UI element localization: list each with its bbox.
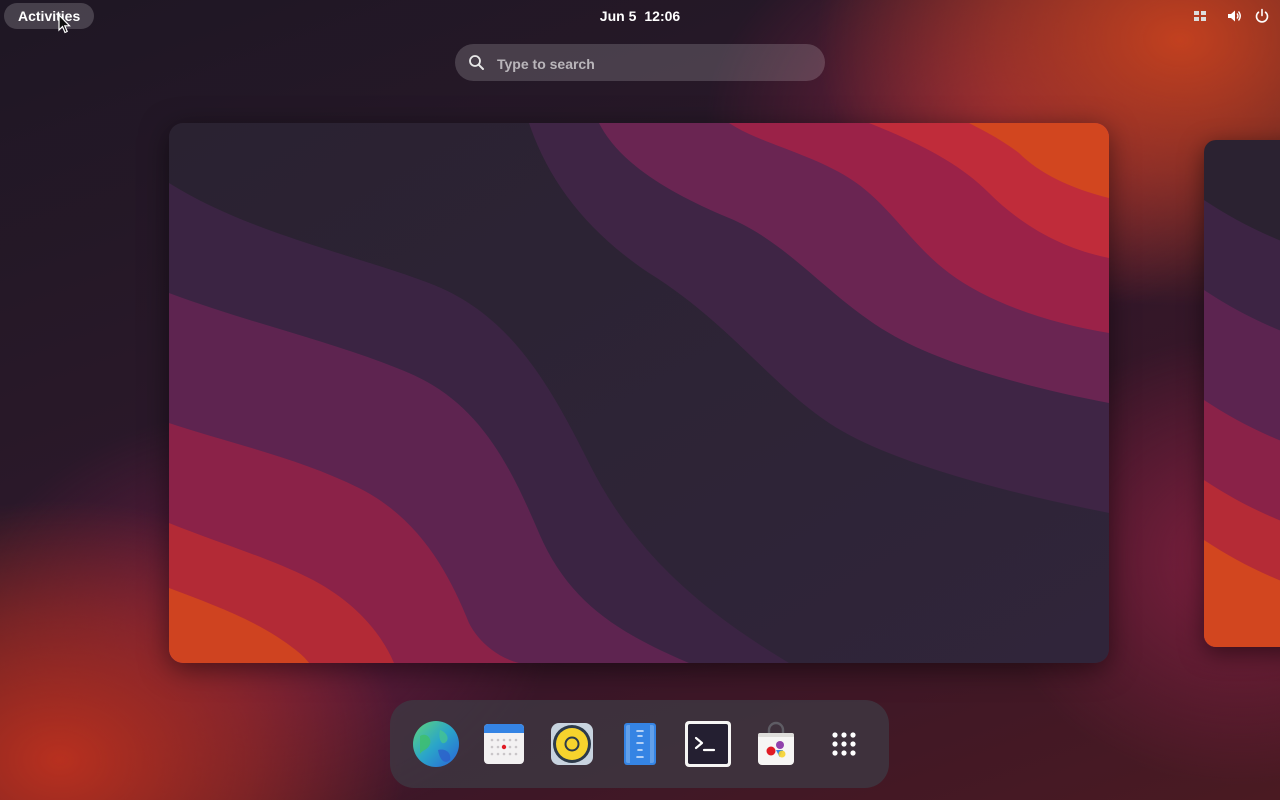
search-bar[interactable] xyxy=(455,44,825,83)
dash-item-app-grid[interactable] xyxy=(820,720,868,768)
shopping-bag-icon xyxy=(758,721,794,765)
dash-item-music-player[interactable] xyxy=(548,720,596,768)
top-bar: Activities Jun 5 12:06 xyxy=(0,0,1280,32)
dash xyxy=(390,700,889,788)
dash-item-terminal[interactable] xyxy=(684,720,732,768)
dash-item-browser[interactable] xyxy=(412,720,460,768)
workspace-thumbnail[interactable] xyxy=(169,123,1109,663)
app-grid-icon xyxy=(832,732,856,756)
globe-icon xyxy=(413,721,459,767)
mouse-pointer-icon xyxy=(58,14,71,34)
wallpaper-preview-secondary xyxy=(1204,140,1280,647)
system-tray[interactable] xyxy=(1192,0,1270,32)
dash-item-calendar[interactable] xyxy=(480,720,528,768)
clock[interactable]: Jun 5 12:06 xyxy=(0,0,1280,32)
terminal-icon xyxy=(685,721,731,767)
volume-icon[interactable] xyxy=(1226,8,1242,24)
dash-item-text-editor[interactable] xyxy=(616,720,664,768)
workspace-indicator-icon[interactable] xyxy=(1192,8,1208,24)
dash-item-software-store[interactable] xyxy=(752,720,800,768)
power-icon[interactable] xyxy=(1254,8,1270,24)
clock-time: 12:06 xyxy=(644,8,681,24)
calendar-icon xyxy=(484,724,524,764)
wallpaper-preview xyxy=(169,123,1109,663)
search-icon xyxy=(469,55,484,70)
next-workspace-thumbnail[interactable] xyxy=(1204,140,1280,647)
clock-date: Jun 5 xyxy=(599,8,637,24)
text-editor-icon xyxy=(624,723,656,765)
search-input[interactable] xyxy=(495,44,819,83)
activities-button[interactable]: Activities xyxy=(4,3,95,29)
speaker-icon xyxy=(551,723,593,765)
